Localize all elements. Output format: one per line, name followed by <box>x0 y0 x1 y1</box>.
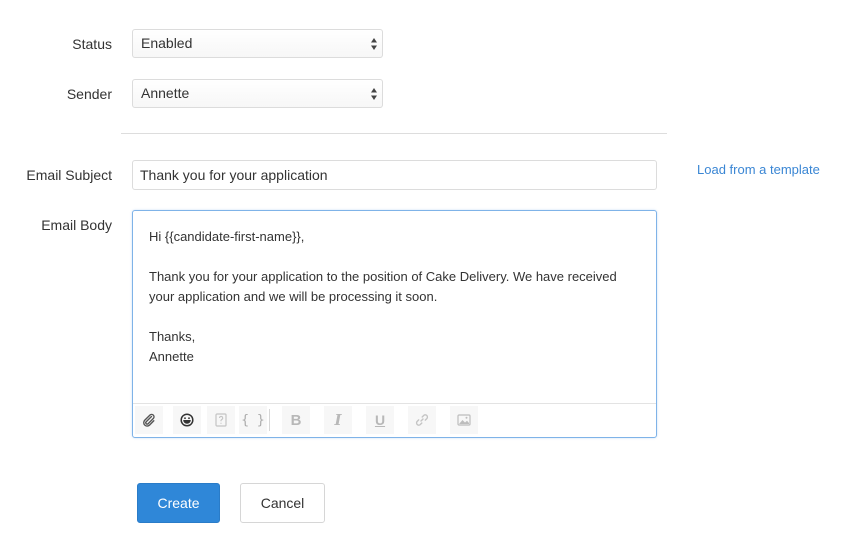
merge-field-button[interactable]: { } <box>239 406 267 434</box>
select-arrows-icon <box>371 38 377 50</box>
toolbar-separator <box>269 409 270 431</box>
section-divider <box>121 133 667 134</box>
link-icon <box>415 414 429 426</box>
status-select[interactable]: Enabled <box>132 29 383 58</box>
email-body-label: Email Body <box>41 217 112 233</box>
sender-select[interactable]: Annette <box>132 79 383 108</box>
editor-toolbar: { } B I U <box>133 403 656 438</box>
email-subject-label: Email Subject <box>26 167 112 183</box>
email-body-content[interactable]: Hi {{candidate-first-name}}, Thank you f… <box>149 227 639 367</box>
body-signature: Annette <box>149 349 194 364</box>
email-template-form: Status Enabled Sender Annette Email Subj… <box>0 0 855 547</box>
cancel-button[interactable]: Cancel <box>240 483 325 523</box>
image-icon <box>457 414 471 426</box>
body-paragraph: Thank you for your application to the po… <box>149 269 617 304</box>
select-arrows-icon <box>371 88 377 100</box>
link-button[interactable] <box>408 406 436 434</box>
italic-icon: I <box>334 411 342 429</box>
email-subject-input[interactable]: Thank you for your application <box>132 160 657 190</box>
bold-icon: B <box>290 411 302 429</box>
status-label: Status <box>72 36 112 52</box>
underline-icon: U <box>374 412 386 428</box>
sender-select-value: Annette <box>141 85 190 101</box>
image-button[interactable] <box>450 406 478 434</box>
underline-button[interactable]: U <box>366 406 394 434</box>
body-closing: Thanks, <box>149 329 196 344</box>
sender-label: Sender <box>66 86 112 102</box>
paperclip-icon <box>143 413 155 427</box>
emoji-button[interactable] <box>173 406 201 434</box>
status-select-value: Enabled <box>141 35 193 51</box>
emoji-icon <box>180 413 194 427</box>
help-icon <box>215 413 227 427</box>
load-from-template-link[interactable]: Load from a template <box>697 162 820 177</box>
bold-button[interactable]: B <box>282 406 310 434</box>
attach-button[interactable] <box>135 406 163 434</box>
body-greeting: Hi {{candidate-first-name}}, <box>149 229 305 244</box>
create-button[interactable]: Create <box>137 483 220 523</box>
help-button[interactable] <box>207 406 235 434</box>
email-body-editor[interactable]: Hi {{candidate-first-name}}, Thank you f… <box>132 210 657 438</box>
curly-braces-icon: { } <box>241 412 265 428</box>
italic-button[interactable]: I <box>324 406 352 434</box>
